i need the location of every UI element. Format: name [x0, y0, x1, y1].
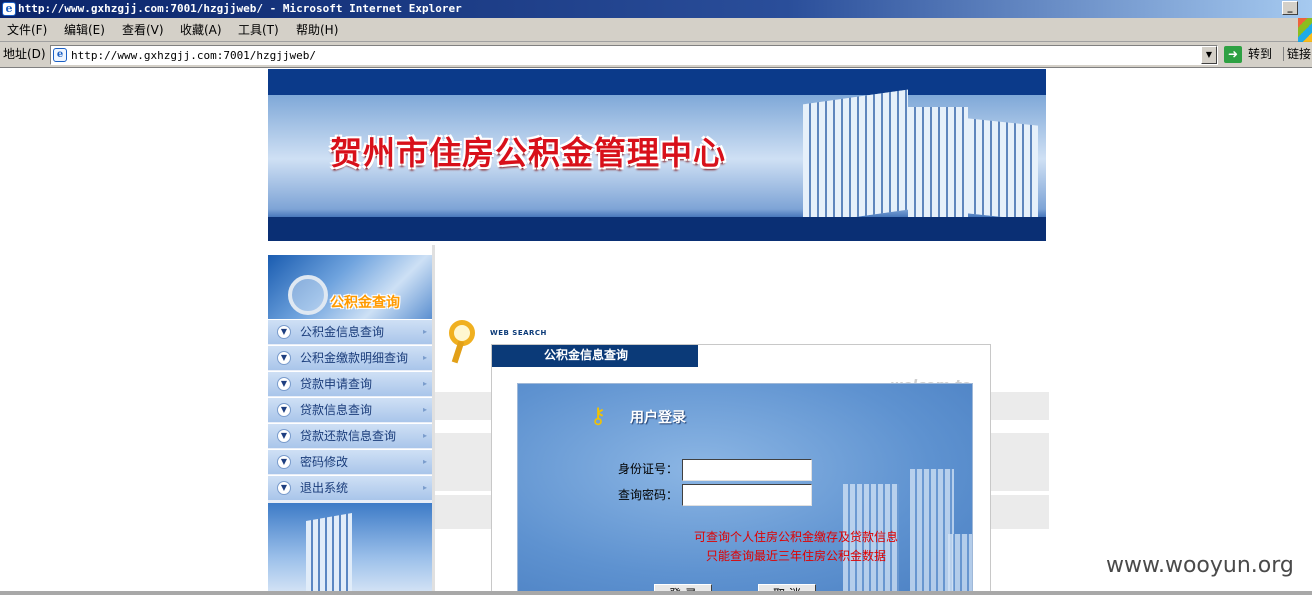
chevron-down-icon: ▼ — [277, 481, 291, 495]
window-bottom-edge — [0, 591, 1312, 595]
menu-view[interactable]: 查看(V) — [122, 23, 164, 37]
magnifier-icon — [288, 275, 328, 315]
chevron-down-icon: ▼ — [277, 377, 291, 391]
banner-building-image — [968, 118, 1038, 221]
banner-building-image — [803, 89, 908, 225]
chevron-down-icon: ▼ — [277, 403, 291, 417]
banner-strip — [268, 217, 1046, 241]
sidebar-item-loan-info[interactable]: ▼ 贷款信息查询 ▸ — [268, 397, 432, 422]
menu-file[interactable]: 文件(F) — [7, 23, 47, 37]
login-note-line-2: 只能查询最近三年住房公积金数据 — [705, 549, 886, 563]
sidebar-item-fund-info[interactable]: ▼ 公积金信息查询 ▸ — [268, 319, 432, 344]
web-page: 贺州市住房公积金管理中心 公积金查询 ▼ 公积金信息查询 ▸ ▼ 公积金缴款明细… — [268, 69, 1049, 595]
menu-tools[interactable]: 工具(T) — [238, 23, 279, 37]
minimize-button[interactable]: _ — [1282, 1, 1298, 15]
arrow-right-icon: ▸ — [422, 353, 427, 362]
go-button[interactable]: ➜ 转到 — [1224, 45, 1280, 65]
sidebar-item-label: 密码修改 — [300, 455, 349, 469]
main-content: WEB SEARCH 公积金信息查询 welcom to ⚷ 用户登录 身份证号… — [432, 245, 1049, 595]
page-icon: e — [53, 48, 67, 62]
menubar: 文件(F) 编辑(E) 查看(V) 收藏(A) 工具(T) 帮助(H) — [0, 18, 1312, 42]
go-label: 转到 — [1248, 47, 1273, 61]
sidebar-item-label: 公积金缴款明细查询 — [300, 351, 409, 365]
watermark: www.wooyun.org — [1106, 553, 1294, 578]
banner-building-image — [908, 107, 968, 217]
address-dropdown-icon[interactable]: ▼ — [1201, 46, 1217, 64]
address-url: http://www.gxhzgjj.com:7001/hzgjjweb/ — [71, 49, 317, 62]
password-input[interactable] — [682, 484, 812, 506]
go-arrow-icon: ➜ — [1224, 46, 1242, 63]
sidebar-footer-image — [268, 503, 432, 595]
site-banner: 贺州市住房公积金管理中心 — [268, 69, 1046, 241]
chevron-down-icon: ▼ — [277, 351, 291, 365]
arrow-right-icon: ▸ — [422, 483, 427, 492]
search-title: 公积金信息查询 — [544, 348, 629, 362]
menu-edit[interactable]: 编辑(E) — [64, 23, 105, 37]
sidebar-title: 公积金查询 — [330, 295, 400, 311]
arrow-right-icon: ▸ — [422, 379, 427, 388]
login-panel: ⚷ 用户登录 身份证号： 查询密码： 可查询个人住房公积金缴存及贷款信息 只能查… — [517, 383, 973, 595]
id-number-label: 身份证号： — [618, 462, 679, 476]
chevron-down-icon: ▼ — [277, 325, 291, 339]
sidebar-header: 公积金查询 — [268, 255, 432, 319]
sidebar-item-label: 贷款信息查询 — [300, 403, 373, 417]
sidebar-item-loan-application[interactable]: ▼ 贷款申请查询 ▸ — [268, 371, 432, 396]
links-button[interactable]: 链接 — [1283, 47, 1311, 61]
arrow-right-icon: ▸ — [422, 457, 427, 466]
sidebar-item-logout[interactable]: ▼ 退出系统 ▸ — [268, 475, 432, 500]
site-title: 贺州市住房公积金管理中心 — [330, 134, 727, 172]
sidebar-item-label: 公积金信息查询 — [300, 325, 385, 339]
arrow-right-icon: ▸ — [422, 431, 427, 440]
sidebar-item-change-password[interactable]: ▼ 密码修改 ▸ — [268, 449, 432, 474]
sidebar-item-loan-repayment[interactable]: ▼ 贷款还款信息查询 ▸ — [268, 423, 432, 448]
sidebar-item-label: 贷款还款信息查询 — [300, 429, 397, 443]
address-label: 地址(D) — [3, 47, 46, 61]
sidebar-item-label: 贷款申请查询 — [300, 377, 373, 391]
arrow-right-icon: ▸ — [422, 405, 427, 414]
address-bar: 地址(D) e http://www.gxhzgjj.com:7001/hzgj… — [0, 42, 1312, 68]
sidebar-item-payment-detail[interactable]: ▼ 公积金缴款明细查询 ▸ — [268, 345, 432, 370]
search-title-bar: 公积金信息查询 — [492, 345, 698, 367]
web-search-caption: WEB SEARCH — [490, 329, 547, 337]
magnifier-handle-icon — [451, 340, 465, 364]
login-note-line-1: 可查询个人住房公积金缴存及贷款信息 — [693, 530, 898, 544]
menu-favorites[interactable]: 收藏(A) — [180, 23, 222, 37]
tower-image — [306, 512, 352, 595]
arrow-right-icon: ▸ — [422, 327, 427, 336]
sidebar: 公积金查询 ▼ 公积金信息查询 ▸ ▼ 公积金缴款明细查询 ▸ ▼ 贷款申请查询… — [268, 255, 432, 595]
address-input[interactable]: e http://www.gxhzgjj.com:7001/hzgjjweb/ … — [50, 45, 1218, 65]
window-title: http://www.gxhzgjj.com:7001/hzgjjweb/ - … — [18, 2, 462, 15]
window-titlebar: e http://www.gxhzgjj.com:7001/hzgjjweb/ … — [0, 0, 1312, 18]
sidebar-item-label: 退出系统 — [300, 481, 349, 495]
menu-help[interactable]: 帮助(H) — [296, 23, 338, 37]
chevron-down-icon: ▼ — [277, 429, 291, 443]
id-number-input[interactable] — [682, 459, 812, 481]
ie-icon: e — [2, 2, 16, 16]
login-heading: 用户登录 — [630, 410, 686, 426]
chevron-down-icon: ▼ — [277, 455, 291, 469]
password-label: 查询密码： — [618, 488, 679, 502]
keys-icon: ⚷ — [590, 404, 607, 429]
windows-logo-icon — [1298, 18, 1312, 42]
